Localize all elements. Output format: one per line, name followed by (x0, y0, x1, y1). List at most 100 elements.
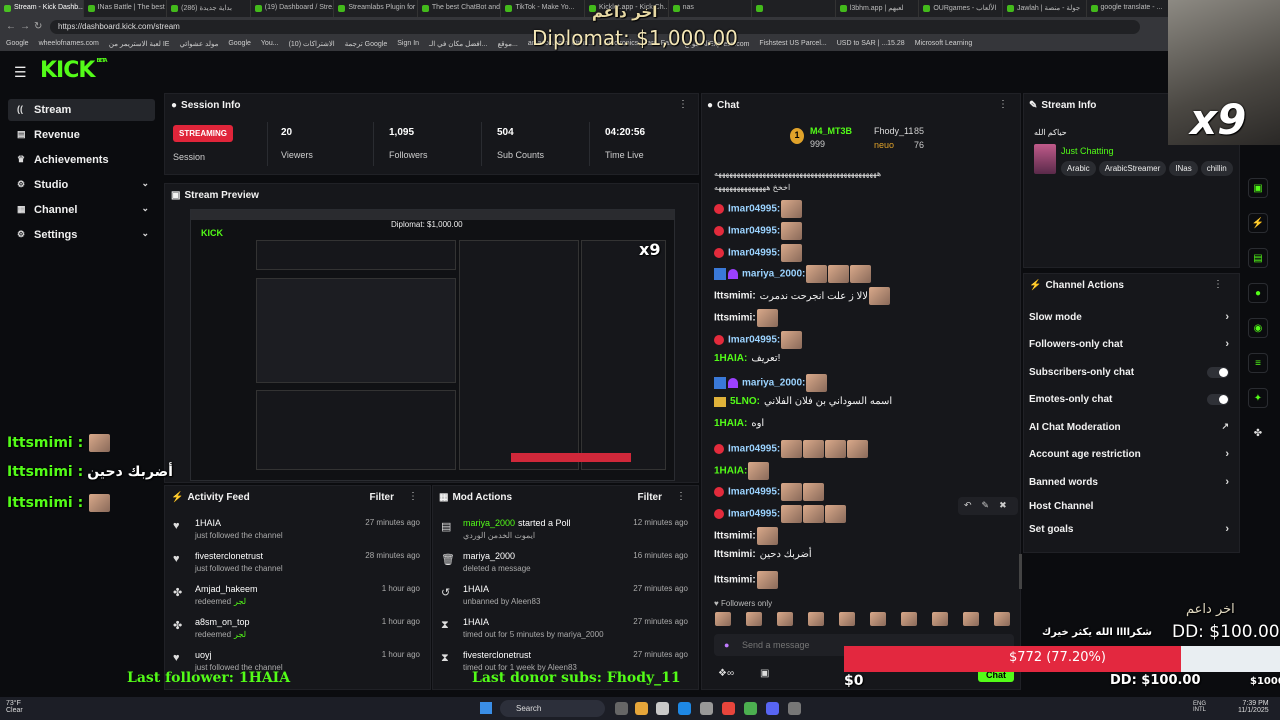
action-set-goals[interactable]: Set goals › (1029, 523, 1229, 538)
emote-menu-icon[interactable]: ❖∞ (718, 668, 734, 679)
chat-message[interactable]: 1HAIA: (714, 461, 770, 482)
browser-tab[interactable]: (19) Dashboard / Stre... (251, 0, 335, 17)
emote-option[interactable] (994, 612, 1010, 626)
browser-tab[interactable]: nas (669, 0, 753, 17)
chevron-right-icon[interactable]: › (1225, 448, 1229, 460)
chat-message[interactable]: Imar04995: (714, 439, 869, 460)
bookmark-link[interactable]: موقع... (498, 37, 518, 51)
chat-message[interactable]: Imar04995: (714, 243, 803, 264)
bookmark-link[interactable]: مولد عشوائي (179, 37, 218, 51)
crop-icon[interactable]: ▣ (1248, 178, 1268, 198)
stream-tag[interactable]: ArabicStreamer (1098, 161, 1167, 176)
action-account-age-restriction[interactable]: Account age restriction › (1029, 448, 1229, 463)
emote-option[interactable] (963, 612, 979, 626)
action-host-channel[interactable]: Host Channel (1029, 501, 1229, 515)
kebab-icon[interactable]: ⋮ (676, 491, 686, 502)
bookmark-link[interactable]: لعبة الاستريمر من IE (109, 37, 170, 51)
chat-message[interactable]: Ittsmimi: لالا ز علت انجرحت ندمرت (714, 287, 890, 307)
pin-icon[interactable]: ✎ (982, 500, 990, 512)
bookmark-link[interactable]: الاشتراكات (10) (289, 37, 335, 51)
browser-tab[interactable]: Streamlabs Plugin for ... (334, 0, 418, 17)
bookmark-link[interactable]: You... (261, 37, 279, 51)
weather-widget[interactable]: 73°F Clear (6, 700, 23, 714)
action-slow-mode[interactable]: Slow mode › (1029, 311, 1229, 326)
list-icon[interactable]: ≡ (1248, 353, 1268, 373)
chat-username[interactable]: Imar04995: (728, 334, 780, 345)
kebab-icon[interactable]: ⋮ (998, 99, 1008, 110)
emote-option[interactable] (901, 612, 917, 626)
action-followers-only-chat[interactable]: Followers-only chat › (1029, 338, 1229, 353)
category-thumbnail[interactable] (1034, 144, 1056, 174)
stream-tag[interactable]: Arabic (1061, 161, 1096, 176)
emote-option[interactable] (839, 612, 855, 626)
chat-message[interactable]: Ittsmimi: (714, 527, 778, 547)
document-icon[interactable]: ▤ (1248, 248, 1268, 268)
kebab-icon[interactable]: ⋮ (408, 491, 418, 502)
browser-tab[interactable]: (286) بداية جديدة (167, 0, 251, 17)
mod-action-item[interactable]: ⧗ 1HAIA timed out for 5 minutes by mariya_… (433, 617, 698, 649)
edge-icon[interactable] (678, 702, 691, 715)
emote-option[interactable] (777, 612, 793, 626)
chat-username[interactable]: mariya_2000: (742, 378, 805, 389)
chat-message[interactable]: mariya_2000: (714, 265, 872, 285)
windows-start-icon[interactable] (480, 702, 492, 714)
discord-icon[interactable] (766, 702, 779, 715)
chat-username[interactable]: Ittsmimi: (714, 574, 756, 585)
stream-preview-video[interactable]: KICK Diplomat: $1,000.00 x9 (190, 209, 675, 481)
bookmark-link[interactable]: Fishstest US Parcel... (759, 37, 826, 51)
browser-tab[interactable]: Stream - Kick Dashb... (0, 0, 84, 17)
sidebar-item-settings[interactable]: ⚙ Settings ⌄ (8, 224, 155, 246)
action-ai-chat-moderation[interactable]: AI Chat Moderation ↗ (1029, 421, 1229, 436)
action-banned-words[interactable]: Banned words › (1029, 476, 1229, 491)
bookmark-link[interactable]: Google (6, 37, 29, 51)
chat-username[interactable]: 1HAIA: (714, 418, 747, 429)
chat-username[interactable]: Imar04995: (728, 247, 780, 258)
chat-username[interactable]: Imar04995: (728, 204, 780, 215)
chat-message[interactable]: 1HAIA: اوه (714, 418, 764, 438)
chat-username[interactable]: Ittsmimi: (714, 291, 756, 302)
browser-tab[interactable] (752, 0, 836, 17)
emote-option[interactable] (808, 612, 824, 626)
sidebar-item-stream[interactable]: ((Stream (8, 99, 155, 121)
back-icon[interactable]: ← (6, 21, 16, 32)
activity-item[interactable]: ✤ a8sm_on_top redeemed لجر 1 hour ago (165, 617, 430, 649)
task-view-icon[interactable] (615, 702, 628, 715)
chat-message[interactable]: Ittsmimi: (714, 309, 778, 329)
stream-tag[interactable]: INas (1169, 161, 1198, 176)
chat-username[interactable]: Ittsmimi: (714, 549, 756, 560)
chat-message[interactable]: 5LNO: اسمه السوداني بن فلان الفلاني (714, 396, 892, 416)
mod-action-item[interactable]: 🗑 mariya_2000 deleted a message 16 minutes … (433, 551, 698, 583)
action-subscribers-only-chat[interactable]: Subscribers-only chat (1029, 367, 1229, 381)
chat-scrollbar[interactable] (1019, 554, 1022, 589)
language-indicator[interactable]: ENG INTL (1193, 701, 1206, 713)
kebab-icon[interactable]: ⋮ (678, 99, 688, 110)
browser-tab[interactable]: OURgames - الألعاب (919, 0, 1003, 17)
mod-action-item[interactable]: ▤ mariya_2000 started a Poll ايموت الخدمن ا… (433, 518, 698, 550)
chrome-icon[interactable] (744, 702, 757, 715)
chat-username[interactable]: Imar04995: (728, 225, 780, 236)
browser-tab[interactable]: INas Battle | The best (84, 0, 168, 17)
sidebar-item-channel[interactable]: ▦ Channel ⌄ (8, 199, 155, 221)
kick-logo[interactable]: KICK BETA (40, 58, 108, 83)
toggle-switch[interactable] (1207, 367, 1229, 378)
clock[interactable]: 7:39 PM 11/1/2025 (1238, 700, 1269, 714)
chat-message[interactable]: Imar04995: (714, 330, 803, 351)
mic-icon[interactable]: ● (724, 640, 729, 650)
bookmark-link[interactable]: Google (228, 37, 251, 51)
sidebar-item-studio[interactable]: ⚙ Studio ⌄ (8, 174, 155, 196)
activity-item[interactable]: ♥ fivesterclonetrust just followed the cha… (165, 551, 430, 583)
explorer-icon[interactable] (656, 702, 669, 715)
gift-icon[interactable]: ▣ (760, 668, 769, 679)
files-icon[interactable] (635, 702, 648, 715)
chat-icon[interactable]: ● (1248, 283, 1268, 303)
chat-username[interactable]: Ittsmimi: (714, 531, 756, 542)
activity-item[interactable]: ✤ Amjad_hakeem redeemed لجر 1 hour ago (165, 584, 430, 616)
emote-option[interactable] (715, 612, 731, 626)
trash-icon[interactable]: ✖ (999, 500, 1007, 512)
activity-filter-button[interactable]: Filter (370, 492, 394, 503)
brave-icon[interactable] (722, 702, 735, 715)
chat-message[interactable]: Imar04995: (714, 483, 825, 503)
reload-icon[interactable]: ↻ (34, 21, 42, 32)
chat-message[interactable]: Imar04995: (714, 505, 847, 525)
external-link-icon[interactable]: ↗ (1221, 421, 1229, 432)
